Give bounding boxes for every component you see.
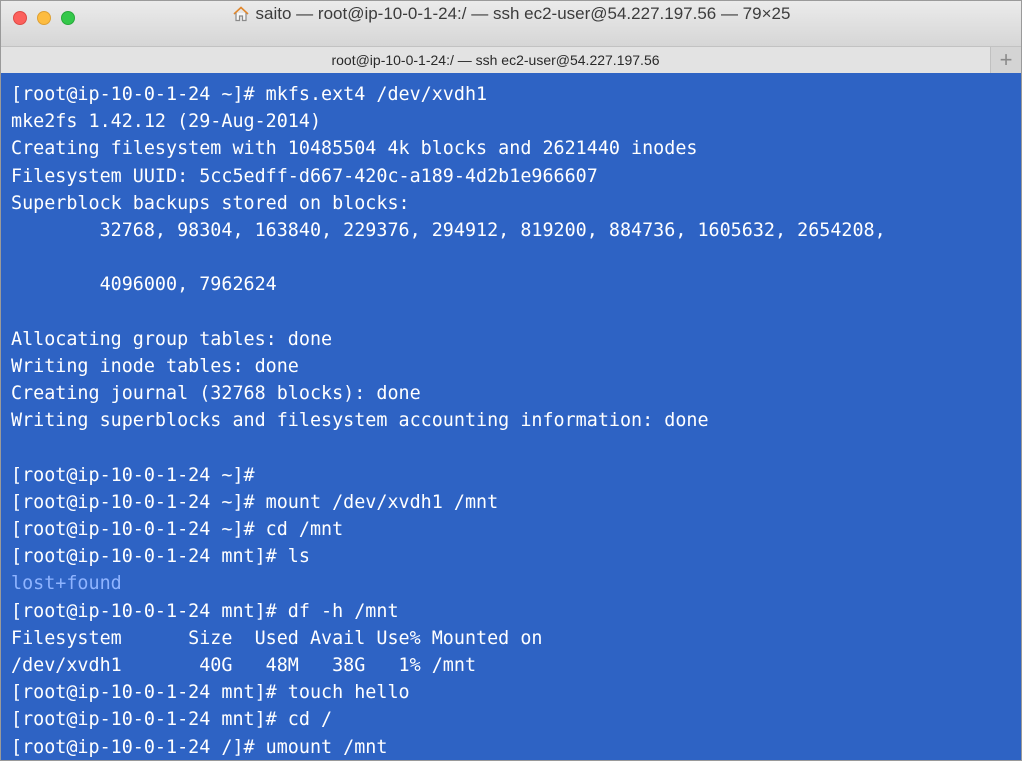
terminal-output-line: Writing inode tables: done: [11, 355, 299, 377]
window-title-text: saito — root@ip-10-0-1-24:/ — ssh ec2-us…: [255, 4, 791, 23]
directory-entry: lost+found: [11, 573, 122, 595]
window-title: saito — root@ip-10-0-1-24:/ — ssh ec2-us…: [1, 4, 1021, 24]
terminal-output-line: 4096000, 7962624: [11, 274, 277, 296]
terminal-output-line: Writing superblocks and filesystem accou…: [11, 410, 709, 432]
terminal-output-line: Creating filesystem with 10485504 4k blo…: [11, 138, 698, 160]
terminal-prompt-line: [root@ip-10-0-1-24 mnt]# df -h /mnt: [11, 600, 399, 622]
title-bar[interactable]: saito — root@ip-10-0-1-24:/ — ssh ec2-us…: [1, 1, 1021, 46]
home-icon: [232, 5, 250, 23]
terminal-prompt-line: [root@ip-10-0-1-24 mnt]# touch hello: [11, 682, 410, 704]
terminal-output-line: Allocating group tables: done: [11, 328, 333, 350]
terminal-prompt-line: [root@ip-10-0-1-24 mnt]# cd /: [11, 709, 333, 731]
new-tab-button[interactable]: +: [991, 47, 1021, 73]
terminal-output[interactable]: [root@ip-10-0-1-24 ~]# mkfs.ext4 /dev/xv…: [1, 74, 1021, 760]
terminal-prompt-line: [root@ip-10-0-1-24 mnt]# ls: [11, 546, 310, 568]
terminal-prompt-line: [root@ip-10-0-1-24 /]# umount /mnt: [11, 736, 388, 758]
terminal-window: saito — root@ip-10-0-1-24:/ — ssh ec2-us…: [0, 0, 1022, 761]
terminal-prompt-line: [root@ip-10-0-1-24 ~]# cd /mnt: [11, 519, 344, 540]
terminal-output-line: Filesystem Size Used Avail Use% Mounted …: [11, 627, 543, 649]
tab-bar: root@ip-10-0-1-24:/ — ssh ec2-user@54.22…: [1, 46, 1021, 73]
terminal-output-line: Creating journal (32768 blocks): done: [11, 383, 421, 405]
terminal-prompt-line: [root@ip-10-0-1-24 ~]# mkfs.ext4 /dev/xv…: [11, 84, 488, 105]
terminal-output-line: /dev/xvdh1 40G 48M 38G 1% /mnt: [11, 654, 477, 676]
tab-ssh-session[interactable]: root@ip-10-0-1-24:/ — ssh ec2-user@54.22…: [1, 47, 991, 73]
tab-label: root@ip-10-0-1-24:/ — ssh ec2-user@54.22…: [331, 52, 660, 68]
terminal-output-line: 32768, 98304, 163840, 229376, 294912, 81…: [11, 219, 886, 241]
terminal-prompt-line: [root@ip-10-0-1-24 ~]# mount /dev/xvdh1 …: [11, 491, 499, 513]
terminal-output-line: Superblock backups stored on blocks:: [11, 192, 410, 214]
terminal-output-line: mke2fs 1.42.12 (29-Aug-2014): [11, 111, 322, 133]
terminal-prompt-line: [root@ip-10-0-1-24 ~]#: [11, 464, 255, 486]
terminal-output-line: Filesystem UUID: 5cc5edff-d667-420c-a189…: [11, 165, 598, 187]
